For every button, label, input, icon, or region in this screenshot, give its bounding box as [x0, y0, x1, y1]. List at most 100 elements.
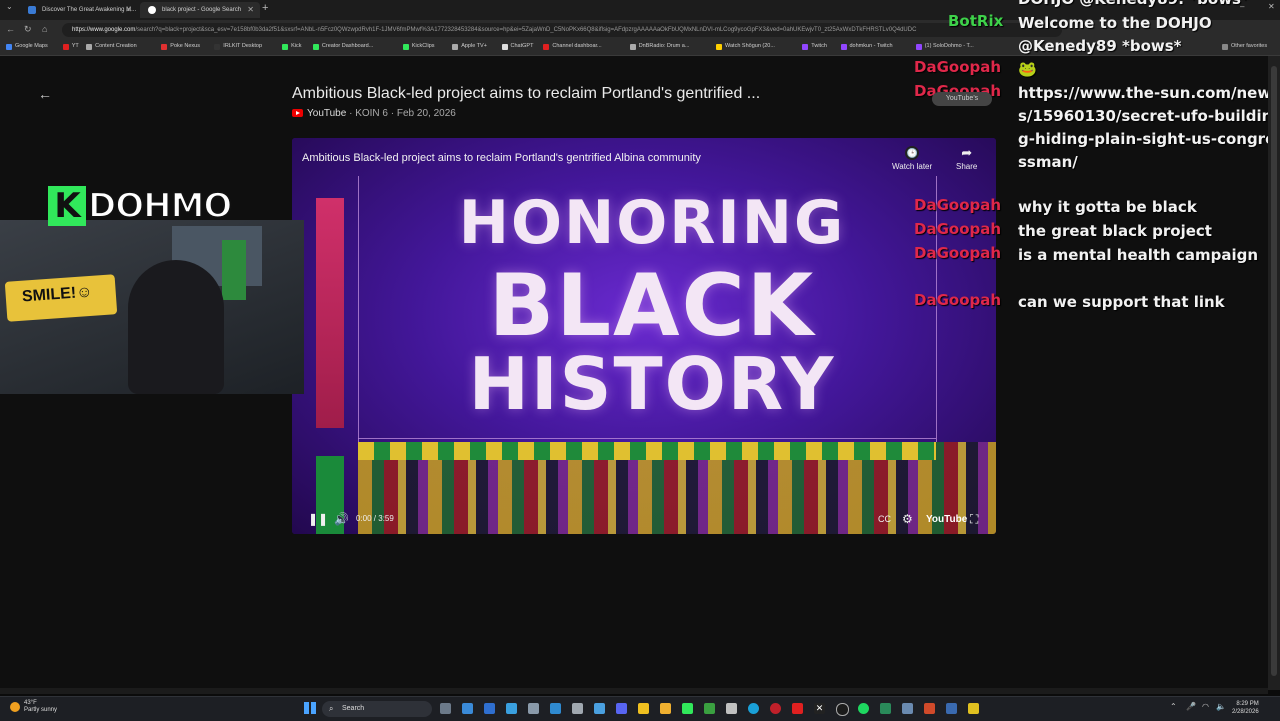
- opera-icon[interactable]: [770, 703, 781, 714]
- refresh-icon[interactable]: ↻: [24, 24, 32, 35]
- task-view-icon[interactable]: [440, 703, 451, 714]
- app-icon[interactable]: [506, 703, 517, 714]
- app-icon[interactable]: [880, 703, 891, 714]
- app-icon[interactable]: [462, 703, 473, 714]
- chat-overlay: DOHJO @Kenedy89: *bows* BotRix Welcome to…: [908, 0, 1280, 320]
- bookmark-label: IRLKIT Desktop: [223, 43, 263, 49]
- bookmark-item[interactable]: dohmkun - Twitch: [840, 43, 893, 50]
- app-icon[interactable]: [484, 703, 495, 714]
- chat-text: https://www.the-sun.com/news/15960130/se…: [1018, 84, 1276, 171]
- calculator-icon[interactable]: [726, 703, 737, 714]
- vertical-scrollbar[interactable]: [1268, 56, 1280, 690]
- discord-icon[interactable]: [616, 703, 627, 714]
- bookmark-item[interactable]: DnBRadio: Drum a...: [629, 43, 690, 50]
- app-icon[interactable]: [924, 703, 935, 714]
- bookmark-label: Creator Dashboard...: [321, 43, 374, 49]
- bookmark-icon: [543, 44, 550, 50]
- bookmark-icon: [452, 44, 459, 50]
- horizontal-scrollbar[interactable]: [0, 688, 1268, 694]
- app-icon[interactable]: [968, 703, 979, 714]
- taskbar-search[interactable]: ⌕ Search: [322, 701, 432, 717]
- bookmark-item[interactable]: YT: [62, 43, 79, 50]
- youtube-badge[interactable]: YouTube's: [932, 92, 992, 106]
- bookmark-label: Channel dashboar...: [552, 43, 602, 49]
- bookmark-icon: [214, 44, 221, 50]
- chat-username: BotRix: [948, 12, 1004, 30]
- back-arrow-icon[interactable]: ←: [38, 86, 52, 102]
- bookmark-item[interactable]: KickClips: [402, 43, 435, 50]
- weather-widget[interactable]: 43°F Partly sunny: [10, 700, 57, 714]
- bookmark-item[interactable]: ChatGPT: [501, 43, 534, 50]
- tab-great-awakening[interactable]: Discover The Great Awakening M... ✕: [20, 2, 138, 18]
- player-title[interactable]: Ambitious Black-led project aims to recl…: [302, 152, 701, 164]
- kick-icon[interactable]: [682, 703, 693, 714]
- home-icon[interactable]: ⌂: [42, 24, 47, 34]
- file-explorer-icon[interactable]: [660, 703, 671, 714]
- close-tab-icon[interactable]: ✕: [247, 2, 254, 18]
- volume-icon[interactable]: 🔊: [334, 512, 349, 526]
- notes-icon[interactable]: [638, 703, 649, 714]
- obs-icon[interactable]: [836, 703, 849, 716]
- cam-kick-box: [222, 240, 246, 300]
- app-icon[interactable]: [704, 703, 715, 714]
- bookmark-label: Apple TV+: [461, 43, 487, 49]
- bookmark-item[interactable]: Apple TV+: [452, 43, 487, 50]
- bookmark-item[interactable]: Content Creation: [86, 43, 137, 50]
- captions-icon[interactable]: CC: [878, 514, 891, 524]
- decor-frame-line: [358, 438, 936, 439]
- bookmark-item[interactable]: Poke Nexus: [161, 43, 200, 50]
- tray-chevron-icon[interactable]: ⌃: [1170, 702, 1177, 711]
- tab-black-project-search[interactable]: black project - Google Search ✕: [140, 2, 260, 18]
- close-tab-icon[interactable]: ✕: [125, 2, 132, 18]
- bookmark-item[interactable]: Creator Dashboard...: [312, 43, 374, 50]
- mic-icon[interactable]: 🎤: [1186, 702, 1196, 711]
- scroll-thumb[interactable]: [1271, 66, 1277, 676]
- settings-gear-icon[interactable]: ⚙: [902, 512, 913, 526]
- bookmark-item[interactable]: Twitch: [802, 43, 827, 50]
- overlay-history: HISTORY: [468, 342, 836, 426]
- bookmark-item[interactable]: Watch Shōgun (20...: [716, 43, 775, 50]
- speaker-icon[interactable]: 🔈: [1216, 702, 1226, 711]
- app-icon[interactable]: [594, 703, 605, 714]
- spotify-icon[interactable]: [858, 703, 869, 714]
- logo-text: DOHMO: [87, 185, 233, 227]
- app-icon[interactable]: [572, 703, 583, 714]
- windows-start-icon[interactable]: [304, 702, 316, 714]
- fullscreen-icon[interactable]: ⛶: [970, 512, 978, 527]
- bookmark-item[interactable]: IRLKIT Desktop: [214, 43, 263, 50]
- video-meta: YouTube · KOIN 6 · Feb 20, 2026: [292, 108, 456, 119]
- bookmark-item[interactable]: Channel dashboar...: [543, 43, 602, 50]
- app-icon[interactable]: [902, 703, 913, 714]
- taskbar-clock[interactable]: 8:29 PM 2/28/2026: [1232, 700, 1259, 716]
- youtube-icon: [292, 109, 303, 117]
- bookmark-label: ChatGPT: [510, 43, 534, 49]
- back-arrow-icon[interactable]: ←: [6, 24, 15, 34]
- bookmark-label: DnBRadio: Drum a...: [638, 43, 690, 49]
- kente-triangles: [358, 442, 936, 460]
- bookmark-icon: [6, 44, 12, 50]
- camera-app-icon[interactable]: [528, 703, 539, 714]
- video-source[interactable]: YouTube: [307, 108, 346, 119]
- chat-text: 🐸: [1018, 60, 1037, 78]
- bookmark-label: YT: [71, 43, 79, 49]
- video-title[interactable]: Ambitious Black-led project aims to recl…: [292, 85, 760, 103]
- overlay-honoring: HONORING: [458, 188, 846, 258]
- youtube-logo[interactable]: YouTube: [926, 514, 967, 525]
- app-icon[interactable]: [550, 703, 561, 714]
- new-tab-button[interactable]: +: [262, 2, 268, 14]
- clock-time: 8:29 PM: [1236, 701, 1259, 707]
- bookmark-label: Watch Shōgun (20...: [725, 43, 775, 49]
- pause-icon[interactable]: ❚❚: [308, 512, 328, 526]
- tab-actions-icon[interactable]: ⌄: [6, 2, 13, 11]
- video-channel: KOIN 6: [355, 108, 388, 119]
- x-icon[interactable]: ✕: [814, 703, 825, 714]
- chat-username: DaGoopah: [914, 291, 1002, 309]
- video-player[interactable]: HONORING BLACK HISTORY Ambitious Black-l…: [292, 138, 996, 534]
- bookmark-item[interactable]: Kick: [282, 43, 301, 50]
- bookmark-icon: [282, 44, 289, 50]
- youtube-app-icon[interactable]: [792, 703, 803, 714]
- app-icon[interactable]: [946, 703, 957, 714]
- wifi-icon[interactable]: ◠: [1202, 702, 1209, 711]
- edge-icon[interactable]: [748, 703, 759, 714]
- bookmark-item[interactable]: Google Maps: [6, 43, 48, 50]
